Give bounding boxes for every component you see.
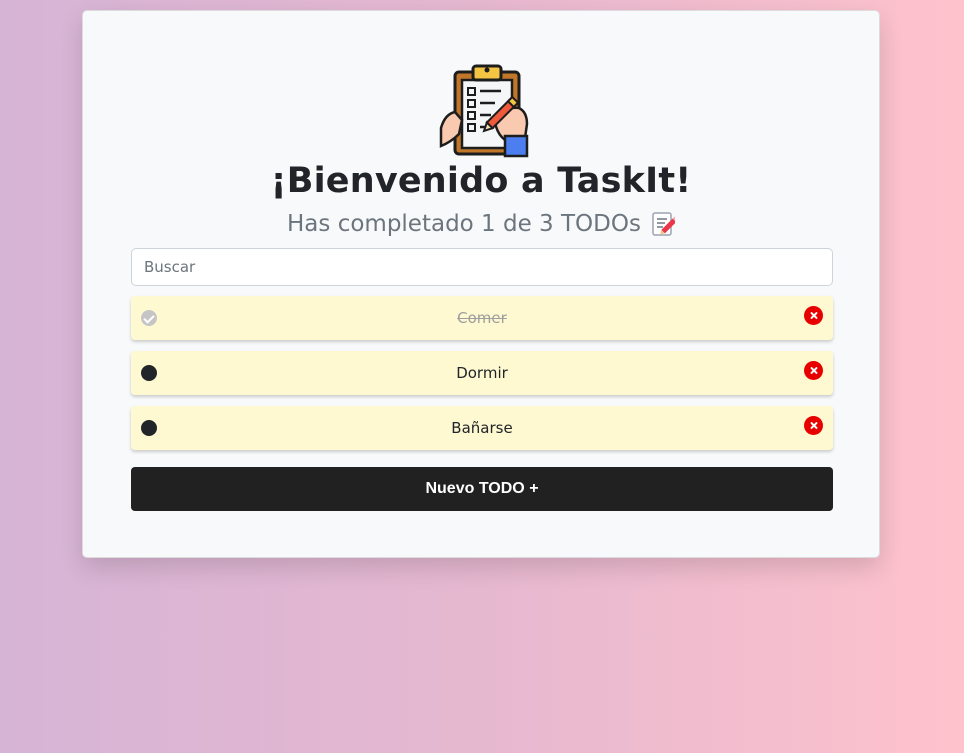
main-card: ¡Bienvenido a TaskIt! Has completado 1 d… [82,10,880,558]
delete-todo-button[interactable] [804,361,823,380]
delete-todo-button[interactable] [804,416,823,435]
clipboard-checklist-icon [439,64,529,158]
todo-item: Comer [131,296,833,340]
todo-text: Comer [457,309,507,327]
todo-text: Bañarse [451,419,513,437]
todo-item: Bañarse [131,406,833,450]
page-title: ¡Bienvenido a TaskIt! [270,161,692,201]
todo-text: Dormir [456,364,508,382]
search-input[interactable] [131,248,833,286]
todo-counter: Has completado 1 de 3 TODOs [83,211,879,237]
todo-counter-text: Has completado 1 de 3 TODOs [287,211,641,237]
todo-item: Dormir [131,351,833,395]
completed-check-icon[interactable] [141,310,157,326]
new-todo-button[interactable]: Nuevo TODO + [131,467,833,511]
memo-icon [652,212,675,236]
delete-todo-button[interactable] [804,306,823,325]
todo-list: Comer Dormir Bañarse [131,296,833,461]
pending-check-icon[interactable] [141,420,157,436]
pending-check-icon[interactable] [141,365,157,381]
